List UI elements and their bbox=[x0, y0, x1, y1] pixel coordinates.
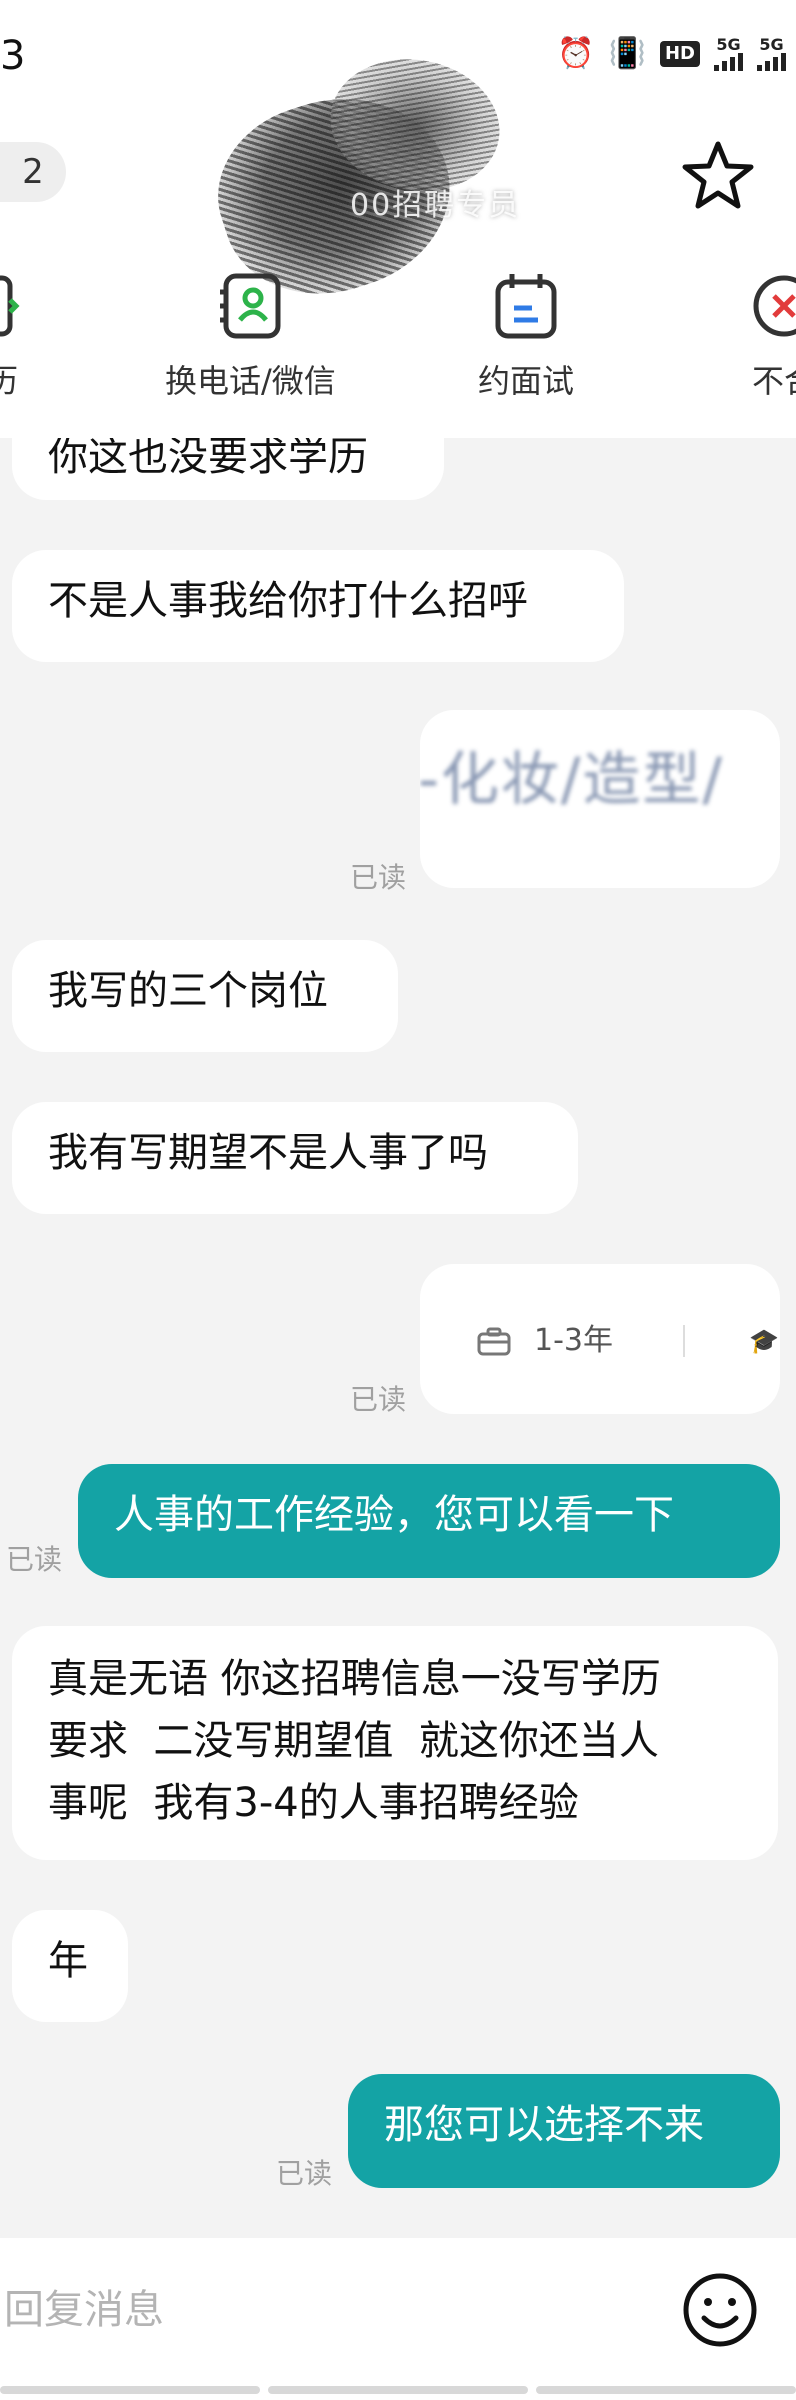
hd-icon: HD bbox=[659, 41, 700, 67]
status-icons: ⏰ 📳 HD 5G 5G bbox=[557, 36, 786, 72]
action-exchange-contact[interactable]: 换电话/微信 bbox=[165, 270, 336, 402]
action-resume-label: 简历 bbox=[0, 362, 18, 400]
chat-screen: 3 ⏰ 📳 HD 5G 5G 2 00招聘专员 历 换电话/微信 约面试 不 你… bbox=[0, 0, 796, 2400]
signal-icon-2: 5G bbox=[757, 37, 786, 71]
action-exchange-contact-label: 换电话/微信 bbox=[165, 362, 336, 400]
action-schedule-interview-label: 约面试 bbox=[478, 362, 575, 400]
divider bbox=[683, 1325, 685, 1357]
message-left[interactable]: 你这也没要求学历 bbox=[12, 438, 444, 500]
message-left[interactable]: 不是人事我给你打什么招呼 bbox=[12, 550, 624, 662]
action-not-suitable[interactable]: 不合 bbox=[748, 270, 796, 402]
signal-icon: 5G bbox=[714, 37, 743, 71]
calendar-icon bbox=[495, 274, 557, 339]
message-right[interactable]: 那您可以选择不来 bbox=[348, 2074, 780, 2188]
message-right[interactable]: 人事的工作经验，您可以看一下 bbox=[78, 1464, 780, 1578]
message-left[interactable]: 真是无语 你这招聘信息一没写学历 要求 二没写期望值 就这你还当人 事呢 我有3… bbox=[12, 1626, 778, 1860]
read-receipt: 已读 bbox=[276, 2157, 333, 2190]
reject-icon bbox=[753, 275, 796, 337]
status-time: 3 bbox=[0, 33, 26, 79]
experience-row: 1-3年 🎓 bbox=[476, 1312, 779, 1370]
star-icon[interactable] bbox=[680, 138, 756, 214]
message-left[interactable]: 我有写期望不是人事了吗 bbox=[12, 1102, 578, 1214]
redacted-job-title: -化妆/造型/ bbox=[420, 745, 725, 813]
action-schedule-interview[interactable]: 约面试 bbox=[478, 270, 574, 402]
experience-years: 1-3年 bbox=[534, 1323, 613, 1358]
chat-header: 3 ⏰ 📳 HD 5G 5G 2 00招聘专员 历 换电话/微信 约面试 不 bbox=[0, 0, 796, 438]
read-receipt: 已读 bbox=[350, 861, 407, 894]
contact-card-icon bbox=[220, 273, 281, 339]
message-left[interactable]: 我写的三个岗位 bbox=[12, 940, 398, 1052]
resume-icon bbox=[0, 275, 20, 337]
redacted-title-scribble: 00招聘专员 bbox=[196, 46, 570, 321]
briefcase-icon bbox=[477, 1327, 511, 1356]
message-left[interactable]: 年 bbox=[12, 1910, 128, 2022]
action-resume[interactable]: 简历 bbox=[0, 270, 22, 402]
back-button-unread-badge[interactable]: 2 bbox=[0, 142, 66, 202]
reply-input[interactable] bbox=[0, 2260, 684, 2360]
quick-actions: 简历 换电话/微信 bbox=[0, 270, 796, 420]
vibrate-icon: 📳 bbox=[608, 36, 646, 71]
unread-count: 2 bbox=[22, 152, 44, 192]
experience-card-message[interactable]: 1-3年 🎓 bbox=[420, 1264, 780, 1414]
read-receipt: 已读 bbox=[350, 1383, 407, 1416]
bottom-toolbar-hint bbox=[0, 2386, 796, 2394]
read-receipt: 已读 bbox=[6, 1543, 63, 1576]
emoji-icon[interactable] bbox=[680, 2270, 760, 2350]
message-list: 你这也没要求学历 不是人事我给你打什么招呼 已读 -化妆/造型/ 我写的三个岗位… bbox=[0, 438, 796, 2238]
education-icon: 🎓 bbox=[749, 1327, 779, 1355]
action-not-suitable-label: 不合 bbox=[751, 362, 796, 400]
chat-title: 00招聘专员 bbox=[350, 188, 521, 223]
job-card-message[interactable]: -化妆/造型/ bbox=[420, 710, 780, 888]
